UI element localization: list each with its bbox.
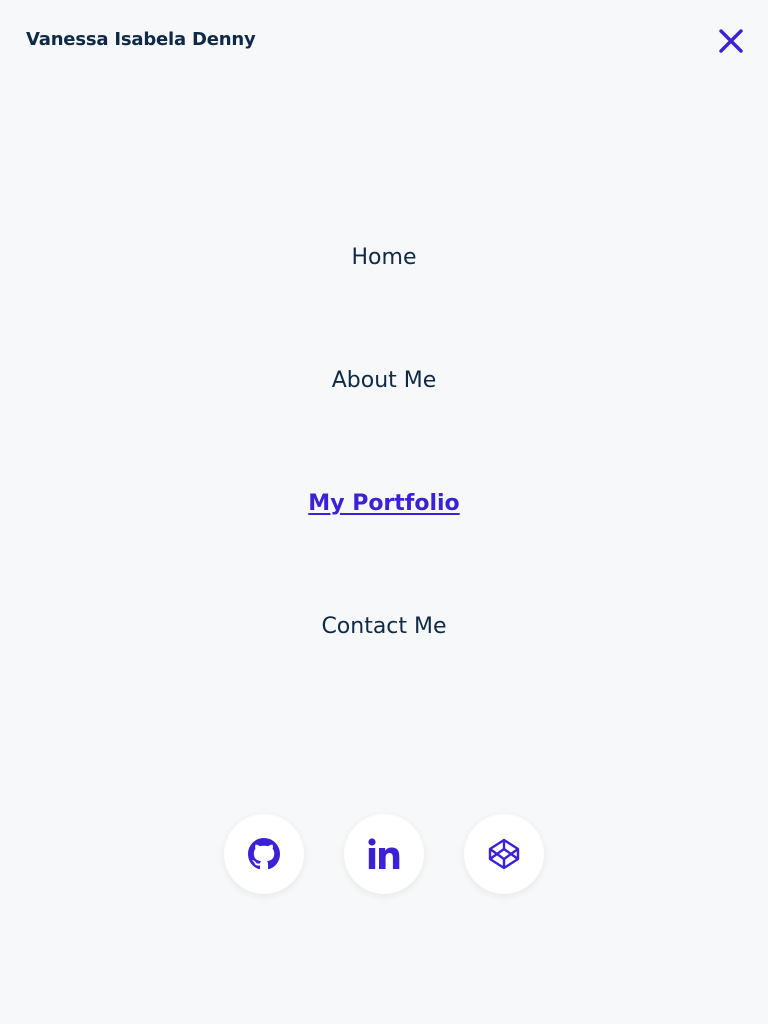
- mobile-menu-overlay: Vanessa Isabela Denny Home About Me My P…: [0, 0, 768, 1024]
- nav-item-label: My Portfolio: [308, 491, 460, 516]
- close-icon: [719, 29, 743, 53]
- close-menu-button[interactable]: [714, 24, 748, 58]
- linkedin-link[interactable]: [344, 814, 424, 894]
- nav-item-label: About Me: [331, 368, 437, 393]
- codepen-icon: [488, 838, 520, 870]
- github-icon: [248, 838, 280, 870]
- nav-item-label: Home: [351, 245, 417, 270]
- nav-item-contact-me[interactable]: Contact Me: [0, 612, 768, 642]
- codepen-link[interactable]: [464, 814, 544, 894]
- nav-item-about-me[interactable]: About Me: [0, 366, 768, 396]
- nav-item-label: Contact Me: [321, 614, 447, 639]
- nav-item-my-portfolio[interactable]: My Portfolio: [0, 489, 768, 519]
- nav-item-home[interactable]: Home: [0, 243, 768, 273]
- site-name[interactable]: Vanessa Isabela Denny: [26, 29, 256, 50]
- github-link[interactable]: [224, 814, 304, 894]
- linkedin-icon: [368, 838, 400, 869]
